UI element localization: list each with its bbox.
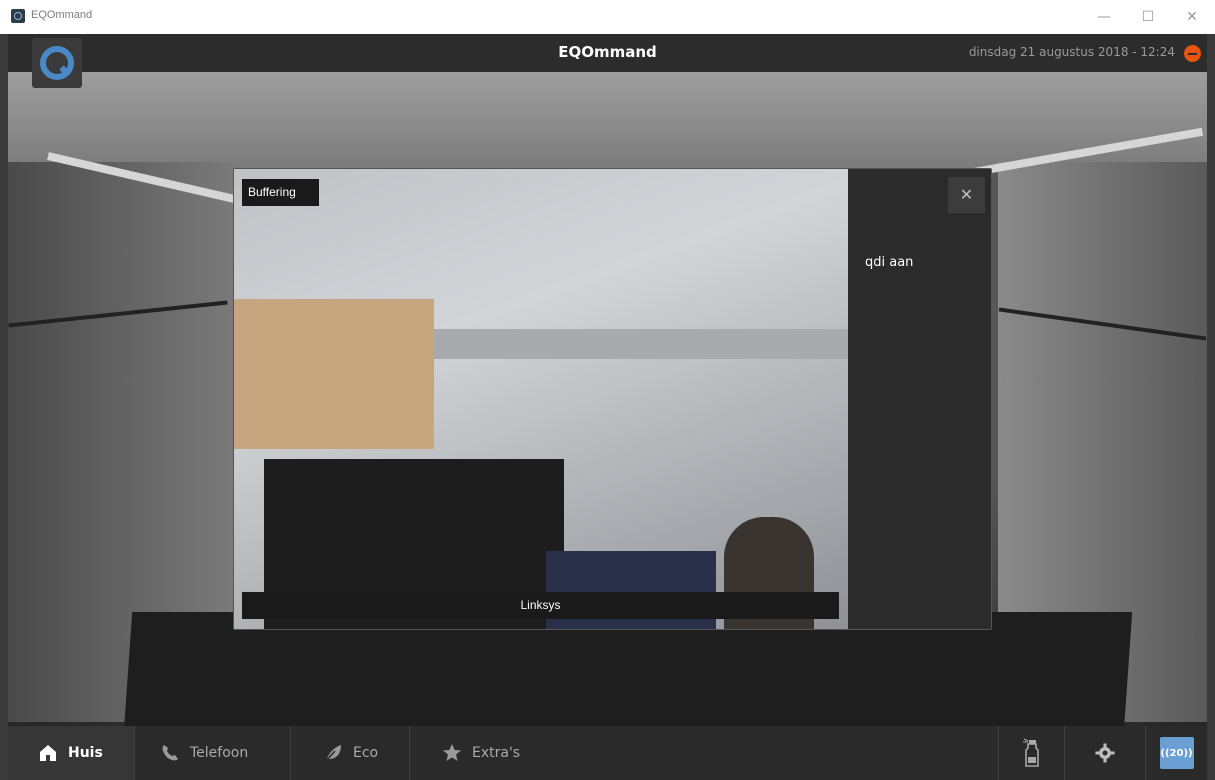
qdi-status-label: qdi aan [865, 255, 914, 270]
tab-telefoon-label: Telefoon [190, 745, 249, 761]
modal-close-button[interactable]: ✕ [948, 177, 985, 213]
buffering-status: Buffering [242, 179, 319, 206]
gear-icon [1095, 743, 1115, 763]
home-icon [38, 743, 58, 763]
camera-video-feed[interactable]: Buffering Linksys [234, 169, 848, 629]
phone-icon [160, 743, 180, 763]
spray-bottle-icon [1021, 738, 1043, 768]
star-icon [442, 743, 462, 763]
minus-icon[interactable] [1184, 45, 1201, 62]
tab-eco-label: Eco [353, 745, 379, 761]
bottom-navigation: Huis Telefoon Eco Extra's ((20)) [8, 726, 1207, 780]
spray-button[interactable] [999, 726, 1064, 780]
signal-badge: ((20)) [1159, 737, 1194, 769]
app-icon [11, 9, 25, 23]
tab-huis[interactable]: Huis [8, 726, 134, 780]
camera-modal: Buffering Linksys ✕ qdi aan [233, 168, 992, 630]
tab-telefoon[interactable]: Telefoon [135, 726, 290, 780]
tab-extras-label: Extra's [472, 745, 521, 761]
window-title: EQOmmand [31, 9, 93, 21]
app-header: EQOmmand dinsdag 21 augustus 2018 - 12:2… [8, 34, 1207, 88]
camera-name-label: Linksys [242, 592, 839, 619]
window-titlebar: EQOmmand — ☐ ✕ [0, 0, 1215, 34]
leaf-icon [323, 743, 343, 763]
date-time: dinsdag 21 augustus 2018 - 12:24 [968, 45, 1175, 59]
settings-button[interactable] [1065, 726, 1145, 780]
minimize-button[interactable]: — [1090, 6, 1118, 28]
maximize-button[interactable]: ☐ [1134, 6, 1162, 28]
signal-badge-button[interactable]: ((20)) [1146, 726, 1207, 780]
close-window-button[interactable]: ✕ [1178, 6, 1206, 28]
tab-extras[interactable]: Extra's [410, 726, 550, 780]
tab-huis-label: Huis [68, 745, 103, 761]
tab-eco[interactable]: Eco [291, 726, 409, 780]
app-frame: EQOmmand dinsdag 21 augustus 2018 - 12:2… [8, 34, 1207, 780]
